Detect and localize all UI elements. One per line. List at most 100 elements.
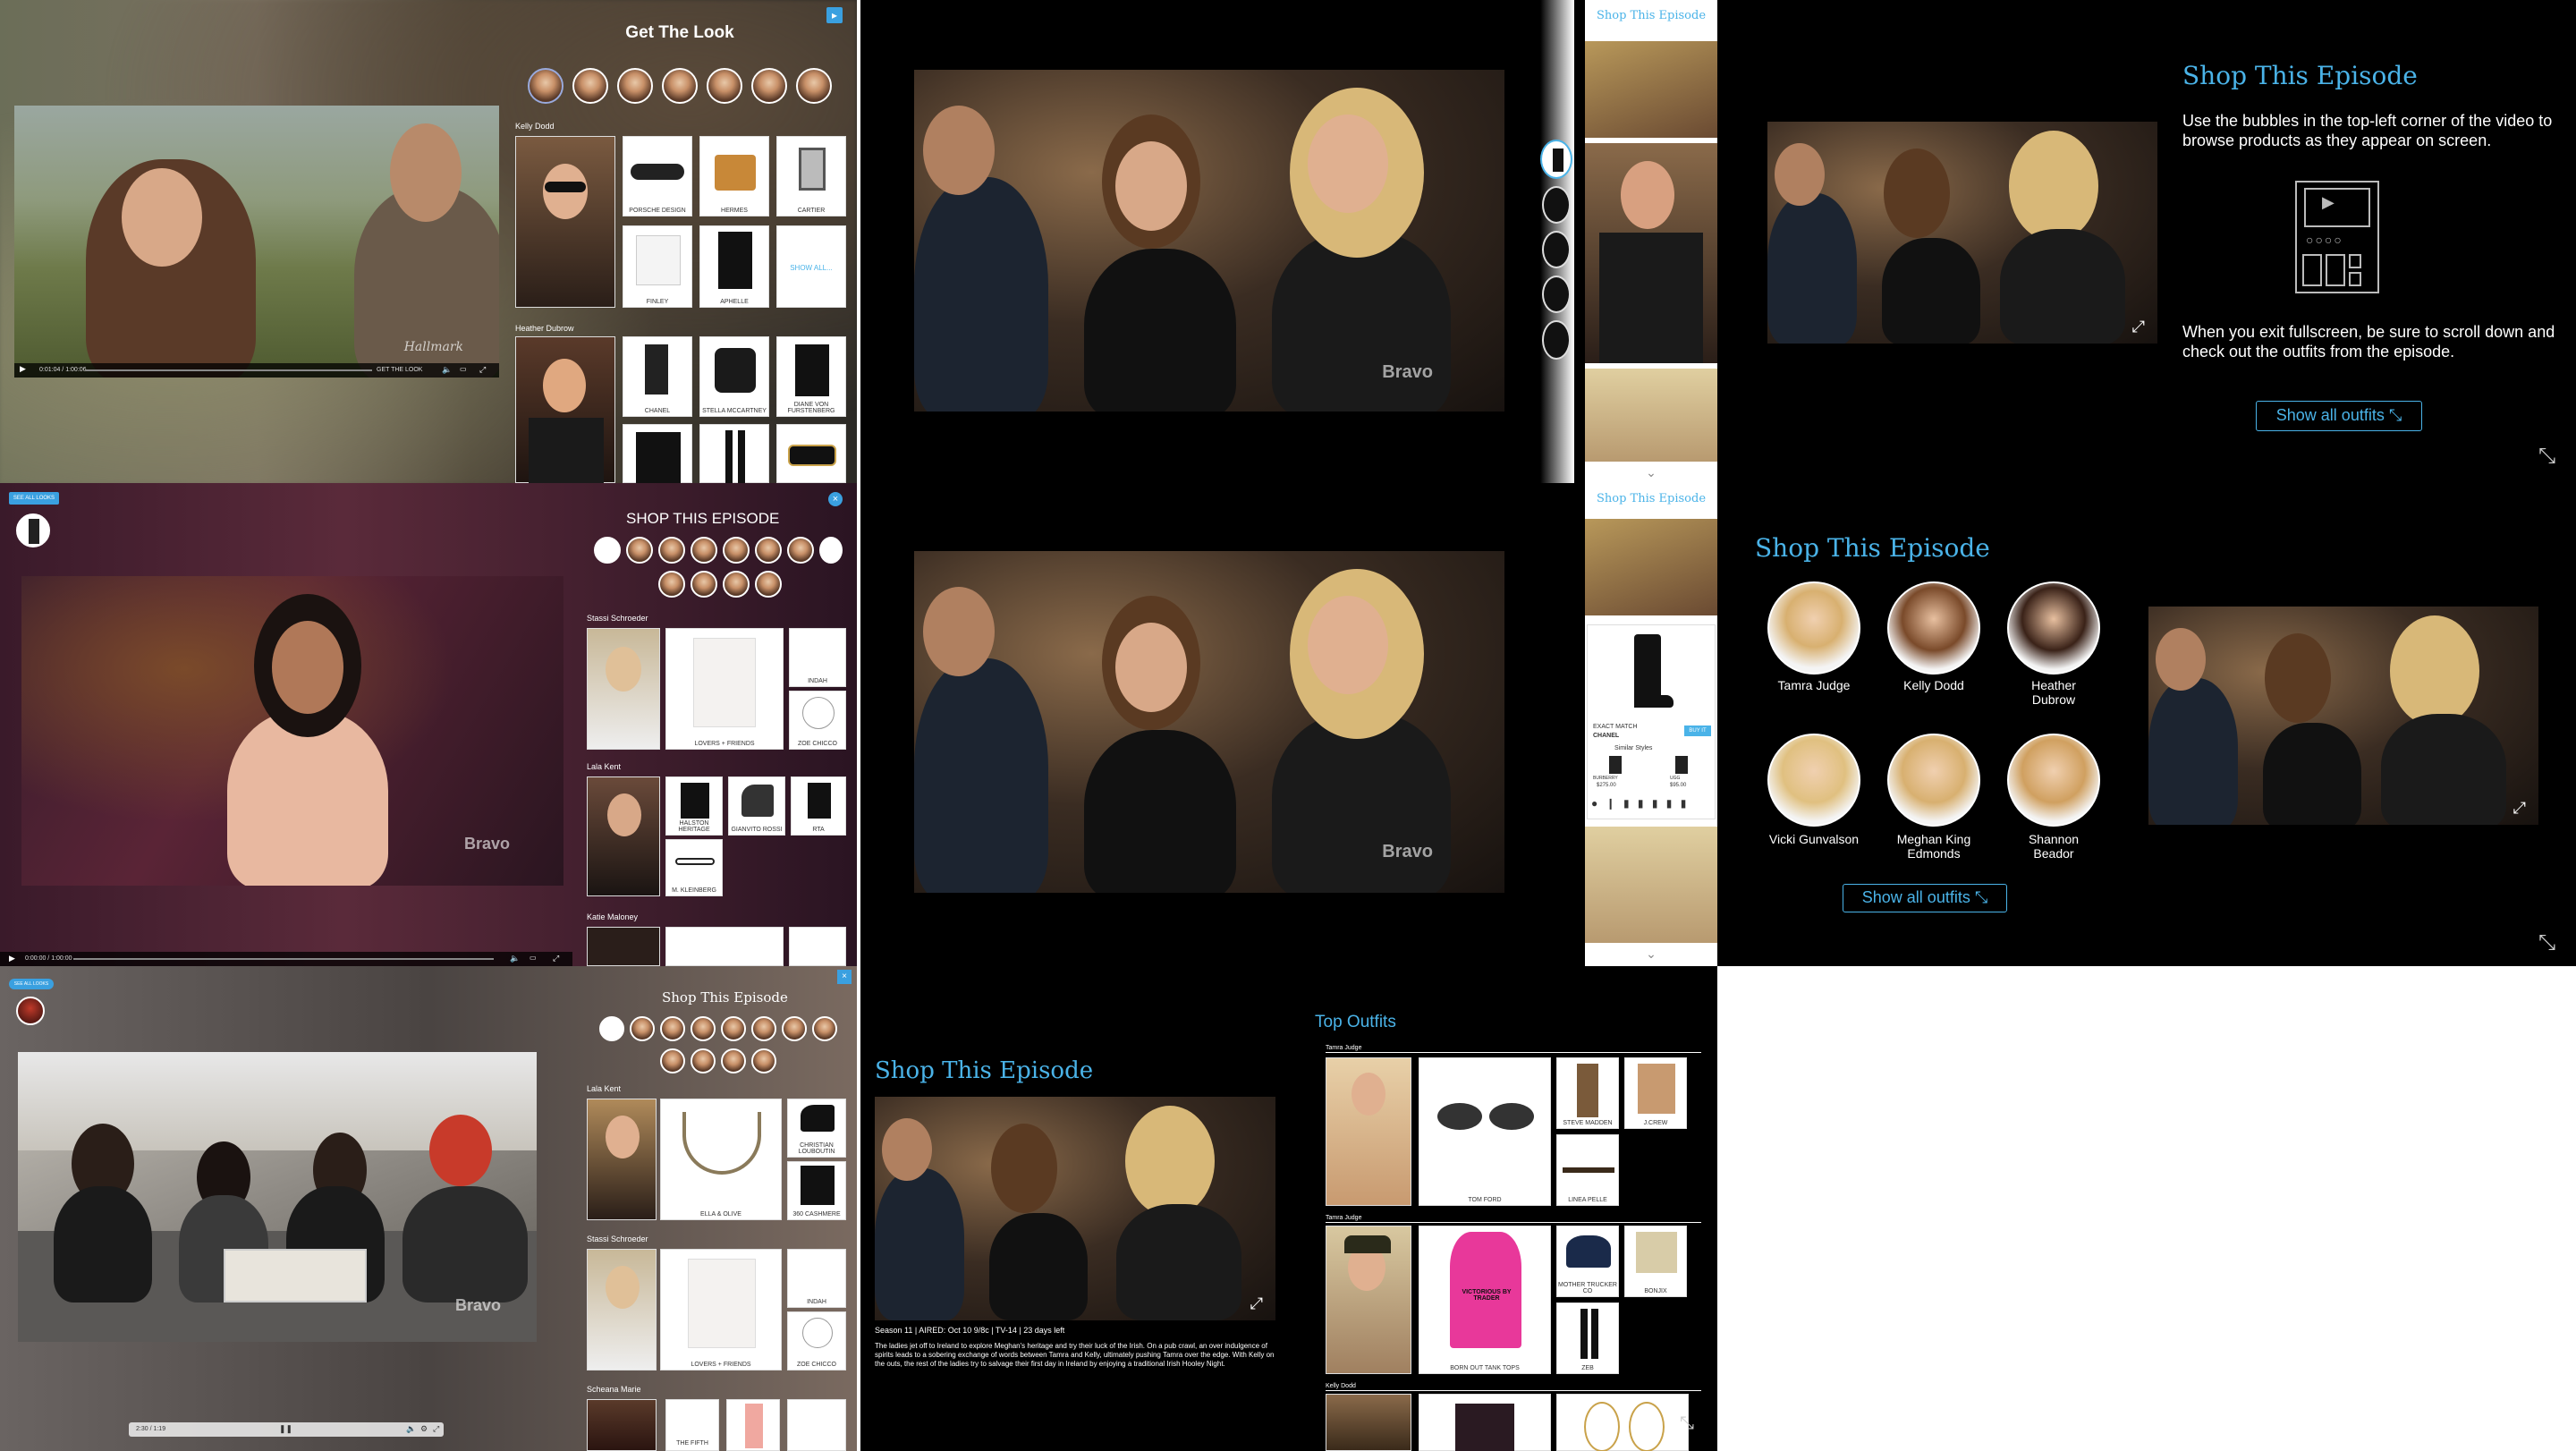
cast-avatar[interactable] bbox=[755, 537, 782, 564]
product-tile[interactable]: BONJIX bbox=[1624, 1226, 1687, 1297]
product-tile[interactable] bbox=[1419, 1394, 1551, 1451]
shop-tab[interactable]: Shop This Episode bbox=[1585, 9, 1717, 22]
see-all-looks-badge[interactable]: SEE ALL LOOKS bbox=[9, 492, 59, 505]
cast-avatar[interactable] bbox=[572, 68, 608, 104]
get-the-look-label[interactable]: GET THE LOOK bbox=[377, 367, 422, 373]
cast-avatar[interactable] bbox=[662, 68, 698, 104]
product-tile[interactable]: M. KLEINBERG bbox=[665, 839, 723, 896]
fullscreen-icon[interactable]: ⤢ bbox=[553, 955, 559, 963]
product-tile[interactable] bbox=[789, 927, 846, 966]
product-tile[interactable]: CHANEL bbox=[623, 336, 692, 417]
product-tile[interactable]: TOM FORD bbox=[1419, 1057, 1551, 1206]
cast-avatar[interactable] bbox=[796, 68, 832, 104]
captions-icon[interactable]: ▭ bbox=[460, 366, 467, 373]
look-photo[interactable] bbox=[1326, 1057, 1411, 1206]
product-tile[interactable]: LOVERS + FRIENDS bbox=[665, 628, 784, 750]
pants-bubble[interactable] bbox=[1542, 320, 1571, 360]
product-bubble[interactable] bbox=[16, 997, 45, 1025]
product-tile[interactable]: VICTORIOUS BY TRADER BORN OUT TANK TOPS bbox=[1419, 1226, 1551, 1374]
video-player[interactable]: Bravo bbox=[914, 70, 1504, 412]
video-player[interactable]: Bravo bbox=[18, 1052, 537, 1342]
play-icon[interactable]: ▶ bbox=[20, 365, 26, 373]
shop-tab[interactable]: Shop This Episode bbox=[1585, 492, 1717, 505]
product-tile[interactable] bbox=[776, 424, 846, 483]
look-photo[interactable] bbox=[587, 1099, 657, 1220]
product-tile[interactable]: FINLEY bbox=[623, 225, 692, 308]
see-all-looks-badge[interactable]: SEE ALL LOOKS bbox=[9, 979, 54, 989]
jacket-bubble[interactable] bbox=[1542, 231, 1571, 268]
product-tile[interactable] bbox=[623, 424, 692, 483]
product-tile[interactable]: PORSCHE DESIGN bbox=[623, 136, 692, 216]
video-thumbnail[interactable]: ⤢ bbox=[1767, 122, 2157, 344]
video-player[interactable]: Bravo bbox=[914, 551, 1504, 893]
cast-avatar[interactable] bbox=[721, 1048, 746, 1073]
product-strip[interactable]: ● ❙ ▮ ▮ ▮ ▮ ▮ bbox=[1591, 797, 1713, 815]
show-all-outfits-button[interactable]: Show all outfits ⤡ bbox=[1843, 884, 2007, 912]
product-tile[interactable] bbox=[665, 927, 784, 966]
progress-track[interactable] bbox=[86, 369, 372, 371]
video-thumbnail[interactable]: ⤢ bbox=[875, 1097, 1275, 1320]
expand-icon[interactable]: ⤢ bbox=[2132, 318, 2145, 336]
product-tile[interactable]: 360 CASHMERE bbox=[787, 1161, 846, 1220]
product-tile[interactable]: ZOE CHICCO bbox=[789, 691, 846, 750]
product-tile[interactable]: ZOE CHICCO bbox=[787, 1311, 846, 1370]
expand-icon[interactable]: ⤢ bbox=[1250, 1294, 1263, 1313]
cast-avatar[interactable] bbox=[594, 537, 621, 564]
cast-avatar[interactable] bbox=[599, 1016, 624, 1041]
cast-avatar[interactable] bbox=[2007, 734, 2100, 827]
cast-avatar[interactable] bbox=[2007, 581, 2100, 675]
product-tile[interactable]: RTA bbox=[791, 776, 846, 836]
cast-name[interactable]: Kelly Dodd bbox=[1873, 678, 1995, 692]
cast-name[interactable]: Tamra Judge bbox=[1753, 678, 1875, 692]
cast-avatar[interactable] bbox=[691, 1016, 716, 1041]
settings-icon[interactable]: ⚙ bbox=[420, 1424, 428, 1434]
chevron-down-icon[interactable]: ⌄ bbox=[1585, 465, 1717, 480]
look-photo[interactable] bbox=[1326, 1226, 1411, 1374]
cast-name[interactable]: Meghan King Edmonds bbox=[1880, 832, 1987, 861]
product-tile[interactable]: STELLA MCCARTNEY bbox=[699, 336, 769, 417]
cast-avatar[interactable] bbox=[617, 68, 653, 104]
buy-button[interactable]: BUY IT bbox=[1684, 726, 1711, 736]
cast-avatar[interactable] bbox=[721, 1016, 746, 1041]
product-tile[interactable]: INDAH bbox=[787, 1249, 846, 1308]
cast-name[interactable]: Vicki Gunvalson bbox=[1753, 832, 1875, 846]
product-bubble[interactable] bbox=[16, 513, 50, 547]
close-button[interactable]: ▸ bbox=[826, 7, 843, 23]
cast-avatar[interactable] bbox=[819, 537, 843, 564]
fullscreen-icon[interactable]: ⤢ bbox=[479, 366, 486, 374]
product-card[interactable]: EXACT MATCH CHANEL BUY IT Similar Styles… bbox=[1587, 624, 1716, 819]
cast-avatar[interactable] bbox=[1887, 581, 1980, 675]
bag-bubble[interactable] bbox=[1542, 186, 1571, 224]
expand-icon[interactable]: ⤢ bbox=[2513, 799, 2526, 818]
cast-avatar[interactable] bbox=[1767, 734, 1860, 827]
close-icon[interactable]: × bbox=[828, 492, 843, 506]
fullscreen-icon[interactable]: ⤢ bbox=[433, 1424, 439, 1434]
product-tile[interactable] bbox=[726, 1399, 780, 1451]
cast-avatar[interactable] bbox=[1887, 734, 1980, 827]
product-tile[interactable]: LINEA PELLE bbox=[1556, 1134, 1619, 1206]
cast-avatar[interactable] bbox=[691, 1048, 716, 1073]
product-tile[interactable]: ZEB bbox=[1556, 1303, 1619, 1374]
product-tile[interactable] bbox=[699, 424, 769, 483]
collapse-icon[interactable]: ⤡ bbox=[2538, 444, 2555, 469]
cast-avatar[interactable] bbox=[723, 537, 750, 564]
product-tile[interactable] bbox=[787, 1399, 846, 1451]
cast-avatar[interactable] bbox=[660, 1048, 685, 1073]
cast-name[interactable]: Shannon Beador bbox=[2012, 832, 2095, 861]
boot-bubble[interactable] bbox=[1540, 140, 1572, 179]
cast-avatar[interactable] bbox=[751, 68, 787, 104]
cast-avatar[interactable] bbox=[626, 537, 653, 564]
show-all-outfits-button[interactable]: Show all outfits ⤡ bbox=[2256, 401, 2422, 431]
pause-icon[interactable]: ❚❚ bbox=[279, 1424, 292, 1434]
video-thumbnail[interactable]: ⤢ bbox=[2148, 607, 2538, 825]
video-player[interactable]: Bravo bbox=[21, 576, 564, 886]
product-tile[interactable]: DIANE VON FURSTENBERG bbox=[776, 336, 846, 417]
cast-avatar[interactable] bbox=[528, 68, 564, 104]
product-tile[interactable]: MOTHER TRUCKER CO bbox=[1556, 1226, 1619, 1297]
product-tile[interactable]: GIANVITO ROSSI bbox=[728, 776, 785, 836]
product-tile[interactable] bbox=[1556, 1394, 1689, 1451]
cast-avatar[interactable] bbox=[691, 571, 717, 598]
play-icon[interactable]: ▶ bbox=[9, 955, 15, 963]
look-photo[interactable] bbox=[587, 628, 660, 750]
look-photo[interactable] bbox=[587, 1399, 657, 1451]
